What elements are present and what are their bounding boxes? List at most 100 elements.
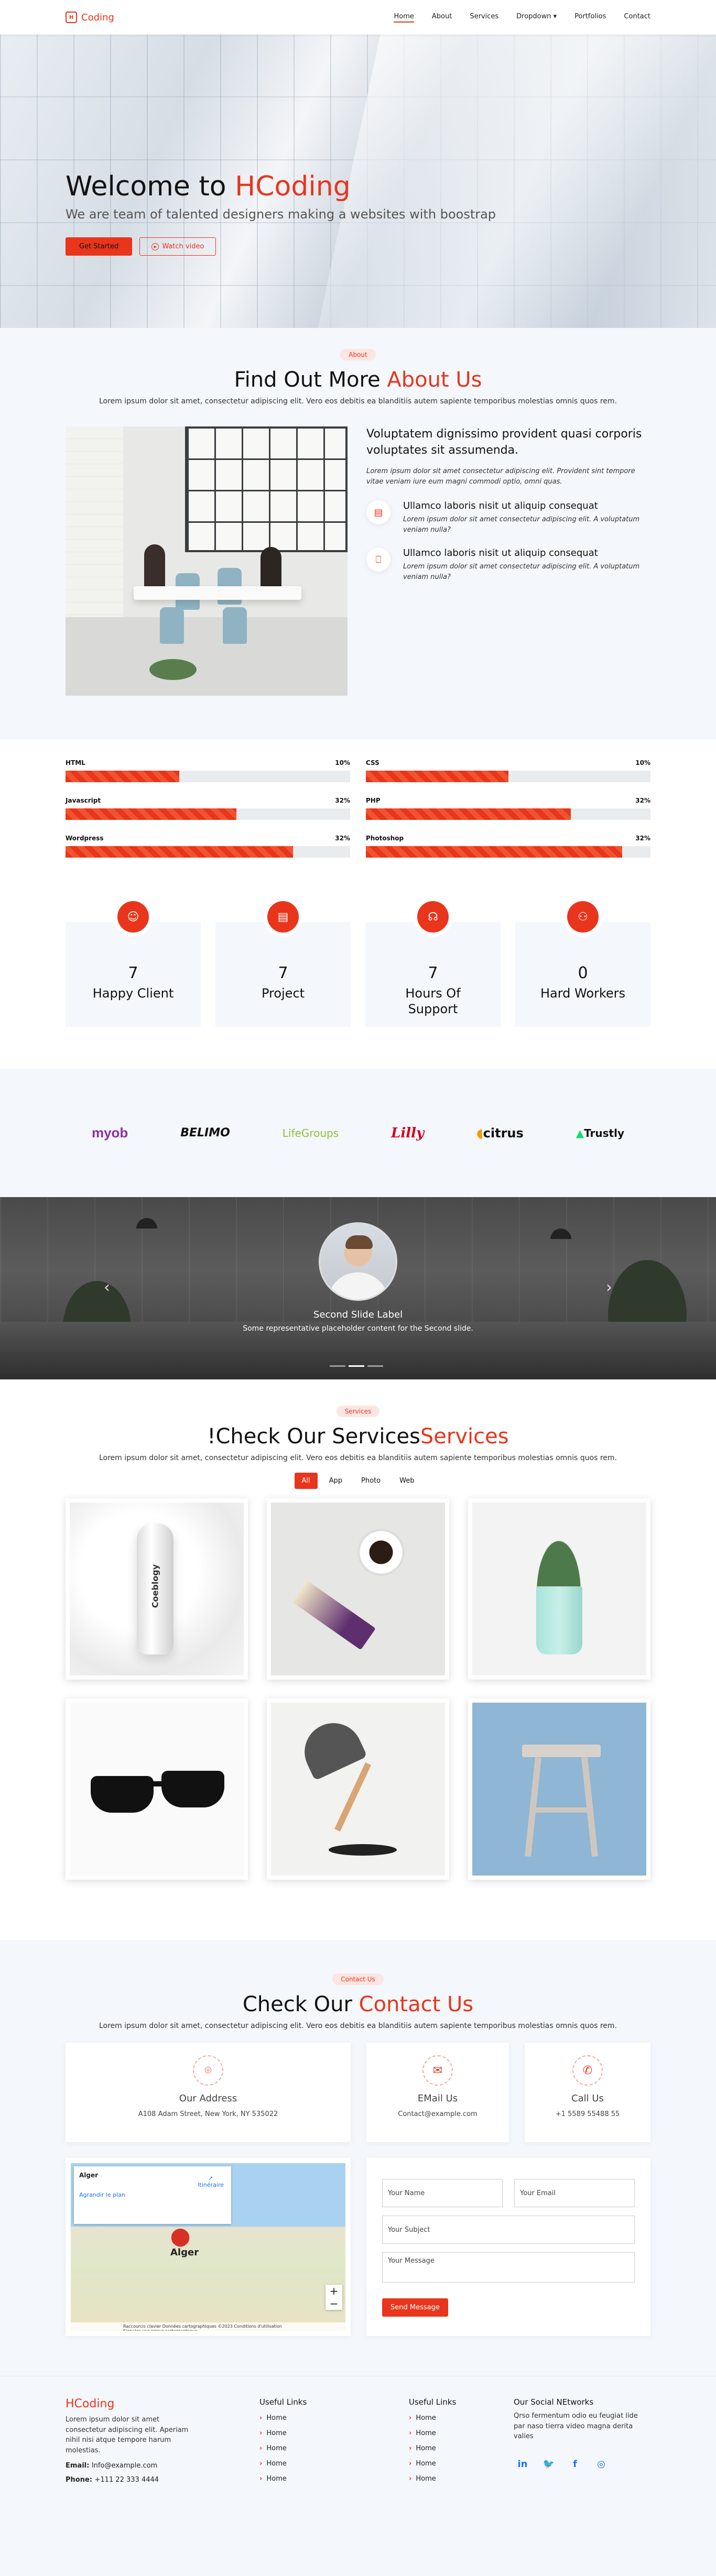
nav-home[interactable]: Home [394,13,414,23]
footer-link[interactable]: Home [409,2429,514,2437]
skill-bar-css: CSS 10% [366,759,650,782]
document-icon: ▤ [267,901,299,933]
filter-all[interactable]: All [294,1473,318,1489]
footer-link[interactable]: Home [259,2414,409,2422]
footer-link[interactable]: Home [409,2475,514,2483]
footer-social-text: Qrso fermentum odio eu feugiat lide par … [514,2412,638,2440]
about-section: About Find Out More About Us Lorem ipsum… [0,328,716,739]
skill-percent: 32% [335,797,350,804]
portfolio-item-lamp[interactable] [267,1698,449,1880]
headset-icon: ☊ [417,901,449,933]
portfolio-item-sunglasses[interactable] [66,1698,248,1880]
linkedin-icon[interactable]: in [514,2456,531,2473]
portfolio-section: Services !Check Our ServicesServices Lor… [0,1379,716,1940]
client-logo-lifegroups[interactable]: LifeGroups [283,1127,339,1139]
footer-link[interactable]: Home [409,2414,514,2422]
skill-name: Photoshop [366,835,404,842]
footer-link[interactable]: Home [259,2460,409,2468]
footer-links-title: Useful Links [409,2397,457,2407]
get-started-button[interactable]: Get Started [66,237,133,256]
stat-label: Project [261,986,305,1001]
carousel-indicator[interactable] [367,1365,383,1367]
map-enlarge-link[interactable]: Agrandir le plan [79,2191,226,2198]
email-field[interactable]: Your Email [514,2179,635,2207]
carousel-indicator[interactable] [349,1365,364,1367]
progress-track [66,771,350,782]
portfolio-item-stool[interactable] [468,1698,650,1880]
email-card: ✉ EMail Us Contact@example.com [366,2043,509,2142]
stat-number: 7 [128,964,138,982]
skill-bar-javascript: Javascript 32% [66,797,350,820]
subject-field[interactable]: Your Subject [382,2216,635,2244]
info-title: EMail Us [417,2093,458,2104]
about-heading: Voluptatem dignissimo provident quasi co… [366,427,642,457]
footer-link[interactable]: Home [259,2475,409,2483]
brand-name: Coding [81,12,114,23]
avatar [319,1222,397,1301]
section-title: !Check Our ServicesServices [207,1424,509,1449]
skill-bar-wordpress: Wordpress 32% [66,835,350,858]
client-logo-lilly[interactable]: Lilly [391,1125,424,1141]
progress-track [66,846,350,858]
watch-video-button[interactable]: ▶ Watch video [139,237,216,256]
send-message-button[interactable]: Send Message [382,2298,448,2317]
citrus-mark-icon: ◖ [476,1125,483,1141]
filter-photo[interactable]: Photo [354,1473,388,1489]
info-title: Call Us [571,2093,604,2104]
client-logo-trustly[interactable]: ▲Trustly [576,1127,624,1139]
map-marker-icon[interactable]: ⬤ [170,2226,190,2247]
nav-services[interactable]: Services [470,13,498,23]
footer-link[interactable]: Home [409,2460,514,2468]
play-icon: ▶ [151,243,159,250]
map-pin-icon: ⌾ [193,2055,223,2086]
envelope-icon: ✉ [422,2055,453,2086]
skill-name: CSS [366,759,379,766]
stat-card: ☺ 7 Happy Client [66,901,201,1027]
progress-fill [366,808,571,820]
footer-link[interactable]: Home [259,2429,409,2437]
brand-logo[interactable]: H Coding [66,12,114,23]
zoom-out-icon[interactable]: − [326,2297,342,2310]
info-value[interactable]: Contact@example.com [366,2110,509,2118]
portfolio-filters: All App Photo Web [66,1473,650,1489]
name-field[interactable]: Your Name [382,2179,503,2207]
message-field[interactable]: Your Message [382,2252,635,2283]
instagram-icon[interactable]: ◎ [592,2456,610,2473]
trustly-mark-icon: ▲ [576,1126,584,1139]
portfolio-item-plant[interactable] [468,1498,650,1680]
stat-card: ☊ 7 Hours Of Support [365,901,501,1027]
client-logo-belimo[interactable]: BELIMO [180,1126,230,1139]
twitter-icon[interactable]: 🐦 [540,2456,558,2473]
client-logo-citrus[interactable]: ◖citrus [476,1126,524,1141]
nav-portfolios[interactable]: Portfolios [574,13,606,23]
nav-about[interactable]: About [432,13,452,23]
info-value[interactable]: +1 5589 55488 55 [525,2110,650,2118]
client-logo-myob[interactable]: myob [92,1125,128,1141]
carousel-indicator[interactable] [330,1365,345,1367]
phone-icon: ✆ [572,2055,603,2086]
map-city-label: Alger [170,2247,199,2258]
portfolio-item-bottle[interactable]: Coeblogy [66,1498,248,1680]
portfolio-item-coffee[interactable] [267,1498,449,1680]
map-embed[interactable]: Alger ➚ Itinéraire Agrandir le plan ⬤ Alg… [66,2158,351,2336]
nav-contact[interactable]: Contact [624,13,650,23]
bottle-label: Coeblogy [150,1564,160,1608]
map-directions-link[interactable]: ➚ Itinéraire [198,2175,224,2188]
section-badge: About [340,349,376,360]
footer-link[interactable]: Home [259,2445,409,2452]
skills-section: HTML 10% CSS 10% Javascript 32% PHP 32% Wordpres… [0,739,716,922]
zoom-in-icon[interactable]: + [326,2285,342,2297]
about-intro: Lorem ipsum dolor sit amet consectetur a… [366,467,635,486]
filter-web[interactable]: Web [392,1473,421,1489]
filter-app[interactable]: App [322,1473,350,1489]
main-nav: Home About Services Dropdown ▾ Portfolio… [394,13,650,23]
stat-label: Happy Client [92,986,174,1001]
facebook-icon[interactable]: f [566,2456,584,2473]
feature-title: Ullamco laboris nisit ut aliquip consequ… [403,500,598,512]
nav-dropdown[interactable]: Dropdown ▾ [516,13,557,23]
footer-link[interactable]: Home [409,2445,514,2452]
directions-icon: ➚ [208,2175,213,2182]
about-office-image [66,426,348,696]
people-icon: ⚇ [567,901,599,933]
skill-name: HTML [66,759,85,766]
